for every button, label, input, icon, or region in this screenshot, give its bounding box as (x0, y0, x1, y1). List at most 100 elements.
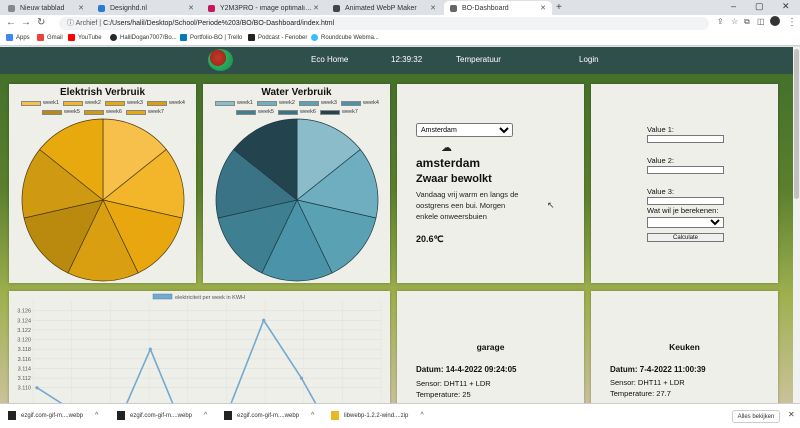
electric-pie-chart (21, 118, 185, 282)
logo[interactable] (208, 49, 233, 71)
nav-temperatuur[interactable]: Temperatuur (456, 55, 501, 64)
value3-input[interactable] (647, 197, 724, 205)
new-tab-plus-icon[interactable]: + (556, 2, 562, 13)
calculator-card: Value 1: Value 2: Value 3: Wat wil je be… (591, 84, 778, 283)
data-point[interactable] (35, 386, 39, 390)
tab-new[interactable]: Nieuw tabblad ✕ (2, 1, 90, 15)
close-icon[interactable]: ✕ (188, 4, 194, 12)
bookmark-gmail[interactable]: Gmail (37, 34, 63, 41)
keuken-temperature: Temperature: 27.7 (610, 389, 671, 398)
tab-bo-dashboard[interactable]: BO-Dashboard ✕ (444, 1, 552, 15)
address-input[interactable]: ⓘ Archief | C:/Users/halil/Desktop/Schoo… (59, 17, 709, 30)
bookmark-label: Roundcube Webma... (321, 34, 379, 41)
close-downloads-icon[interactable]: ✕ (788, 410, 795, 419)
close-icon[interactable]: ✕ (78, 4, 84, 12)
download-item[interactable]: ezgif.com-gif-m....webp ^ (117, 411, 207, 420)
keuken-card: Keuken Datum: 7-4-2022 11:00:39 Sensor: … (591, 291, 778, 403)
maximize-icon[interactable]: ▢ (755, 1, 764, 12)
download-label: libwebp-1.2.2-wind....zip (344, 412, 409, 419)
y-tick-label: 3.118 (18, 347, 31, 353)
value2-label: Value 2: (647, 156, 674, 165)
zip-icon (331, 411, 339, 420)
extensions-icon[interactable]: ⧉ (744, 17, 750, 27)
bookmarks-bar: Apps Gmail YouTube HalilDogan7007/Bo... … (0, 32, 800, 46)
nav-clock: 12:39:32 (391, 55, 423, 64)
y-tick-label: 3.114 (18, 366, 31, 372)
y-tick-label: 3.122 (17, 328, 31, 334)
bookmark-trello[interactable]: Portfolio-BO | Trello (180, 34, 242, 41)
value3-label: Value 3: (647, 187, 674, 196)
weather-city: amsterdam (416, 156, 481, 170)
value1-label: Value 1: (647, 125, 674, 134)
close-icon[interactable]: ✕ (313, 4, 319, 12)
value1-input[interactable] (647, 135, 724, 143)
water-pie-chart (215, 118, 379, 282)
bookmark-podcast[interactable]: Podcast - Fenober (248, 34, 307, 41)
avatar[interactable] (770, 16, 780, 26)
page-scrollbar[interactable] (793, 47, 800, 403)
tab-favicon (8, 4, 15, 12)
top-navbar: Eco Home 12:39:32 Temperatuur Login (0, 47, 793, 74)
bookmark-youtube[interactable]: YouTube (68, 34, 102, 41)
garage-sensor: Sensor: DHT11 + LDR (416, 379, 491, 388)
water-card: Water Verbruik week1 week2 week3 week4 week5… (203, 84, 390, 283)
calc-question-label: Wat wil je berekenen: (647, 206, 719, 215)
chevron-up-icon[interactable]: ^ (95, 412, 98, 419)
tab-favicon (450, 4, 457, 12)
data-point[interactable] (299, 376, 304, 380)
city-select[interactable]: Amsterdam (416, 123, 513, 137)
apps-icon (6, 34, 13, 41)
download-item[interactable]: ezgif.com-gif-m....webp ^ (224, 411, 314, 420)
y-tick-label: 3.124 (17, 318, 31, 324)
bookmark-roundcube[interactable]: Roundcube Webma... (311, 34, 379, 41)
bookmark-apps[interactable]: Apps (6, 34, 30, 41)
weather-description: Vandaag vrij warm en langs de oostgrens … (416, 190, 519, 221)
tab-y2m3pro[interactable]: Y2M3PRO - image optimalisatie ✕ (202, 1, 325, 15)
nav-login[interactable]: Login (579, 55, 599, 64)
tab-strip: Nieuw tabblad ✕ Designhd.nl ✕ Y2M3PRO - im… (0, 0, 800, 15)
minimize-icon[interactable]: – (731, 1, 736, 11)
bookmark-label: Apps (16, 34, 30, 41)
tab-designhd[interactable]: Designhd.nl ✕ (92, 1, 200, 15)
tab-webp-maker[interactable]: Animated WebP Maker ✕ (327, 1, 442, 15)
tab-label: Animated WebP Maker (345, 4, 417, 12)
star-icon[interactable]: ☆ (731, 17, 738, 26)
weather-condition: Zwaar bewolkt (416, 173, 492, 185)
reload-icon[interactable]: ↻ (37, 17, 45, 28)
chevron-up-icon[interactable]: ^ (311, 412, 314, 419)
tab-label: BO-Dashboard (462, 4, 509, 12)
close-icon[interactable]: ✕ (430, 4, 436, 12)
keuken-sensor: Sensor: DHT11 + LDR (610, 378, 685, 387)
chevron-up-icon[interactable]: ^ (420, 412, 423, 419)
keuken-title: Keuken (669, 342, 700, 352)
chevron-up-icon[interactable]: ^ (204, 412, 207, 419)
data-point[interactable] (148, 347, 152, 351)
close-icon[interactable]: ✕ (540, 4, 546, 12)
data-point[interactable] (262, 318, 266, 322)
sidepanel-icon[interactable]: ◫ (757, 17, 765, 26)
forward-icon[interactable]: → (21, 17, 31, 28)
back-icon[interactable]: ← (6, 17, 16, 28)
y-tick-label: 3.116 (18, 357, 31, 363)
mouse-cursor-icon: ↖ (547, 200, 555, 210)
address-bar-row: ← → ↻ ⓘ Archief | C:/Users/halil/Desktop… (0, 15, 800, 32)
bookmark-label: HalilDogan7007/Bo... (120, 34, 177, 41)
bookmark-github[interactable]: HalilDogan7007/Bo... (110, 34, 177, 41)
weather-temp: 20.6℃ (416, 234, 444, 244)
calculate-button[interactable]: Calculate (647, 233, 724, 242)
value2-input[interactable] (647, 166, 724, 174)
address-url: C:/Users/halil/Desktop/School/Periode%20… (103, 20, 335, 27)
menu-icon[interactable]: ⋮ (787, 17, 797, 28)
y-tick-label: 3.110 (18, 386, 31, 392)
show-all-downloads-button[interactable]: Alles bekijken (732, 410, 780, 423)
download-item[interactable]: libwebp-1.2.2-wind....zip ^ (331, 411, 424, 420)
nav-eco-home[interactable]: Eco Home (311, 55, 348, 64)
window-close-icon[interactable]: ✕ (782, 1, 790, 12)
line-legend-swatch[interactable] (152, 293, 173, 300)
garage-card: garage Datum: 14-4-2022 09:24:05 Sensor:… (397, 291, 584, 403)
github-icon (110, 34, 117, 41)
share-icon[interactable]: ⇪ (717, 17, 724, 26)
calc-type-select[interactable] (647, 217, 724, 228)
scrollbar-thumb[interactable] (794, 49, 799, 199)
download-item[interactable]: ezgif.com-gif-m....webp ^ (8, 411, 98, 420)
